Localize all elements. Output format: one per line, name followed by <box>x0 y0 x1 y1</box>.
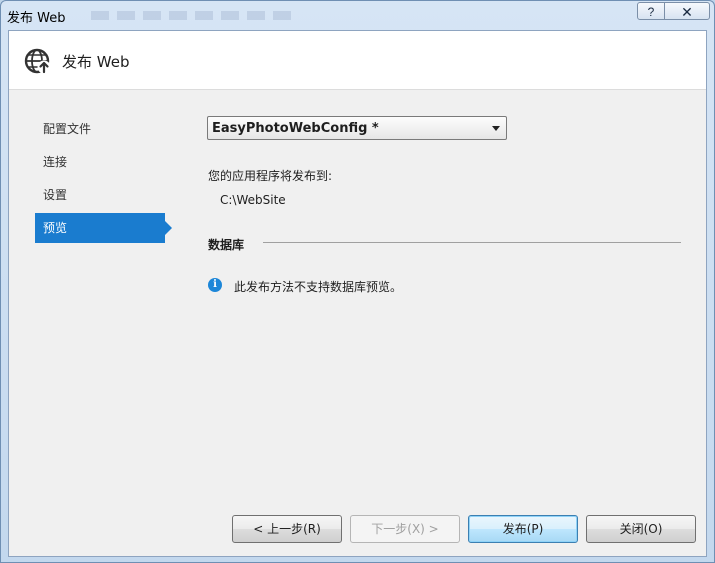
close-button[interactable]: 关闭(O) <box>586 515 696 543</box>
publish-web-dialog: 发布 Web ? ✕ 发布 Web 配置文件 连接 设置 预览 EasyPhot… <box>0 0 715 563</box>
nav-item-connection[interactable]: 连接 <box>35 147 165 177</box>
globe-publish-icon <box>24 48 51 74</box>
info-icon: i <box>208 278 222 292</box>
background-blur <box>91 11 291 20</box>
previous-button[interactable]: < 上一步(R) <box>232 515 342 543</box>
dialog-header: 发布 Web <box>9 31 706 90</box>
next-button[interactable]: 下一步(X) > <box>350 515 460 543</box>
publish-button[interactable]: 发布(P) <box>468 515 578 543</box>
nav-item-profile[interactable]: 配置文件 <box>35 114 165 144</box>
help-button[interactable]: ? <box>637 2 665 20</box>
database-preview-info: 此发布方法不支持数据库预览。 <box>234 280 403 294</box>
profile-dropdown-value: EasyPhotoWebConfig * <box>212 121 379 136</box>
publish-destination-path: C:\WebSite <box>220 193 286 207</box>
database-section-title: 数据库 <box>208 238 245 252</box>
chevron-down-icon <box>492 126 500 131</box>
window-title: 发布 Web <box>7 11 66 26</box>
page-title: 发布 Web <box>62 53 130 71</box>
nav-item-settings[interactable]: 设置 <box>35 180 165 210</box>
profile-dropdown[interactable]: EasyPhotoWebConfig * <box>207 116 507 140</box>
publish-destination-label: 您的应用程序将发布到: <box>208 169 333 183</box>
close-window-button[interactable]: ✕ <box>664 2 710 20</box>
dialog-body: 发布 Web 配置文件 连接 设置 预览 EasyPhotoWebConfig … <box>8 30 707 557</box>
title-bar[interactable]: 发布 Web ? ✕ <box>1 1 714 30</box>
section-divider <box>263 242 681 243</box>
nav-item-preview[interactable]: 预览 <box>35 213 172 243</box>
